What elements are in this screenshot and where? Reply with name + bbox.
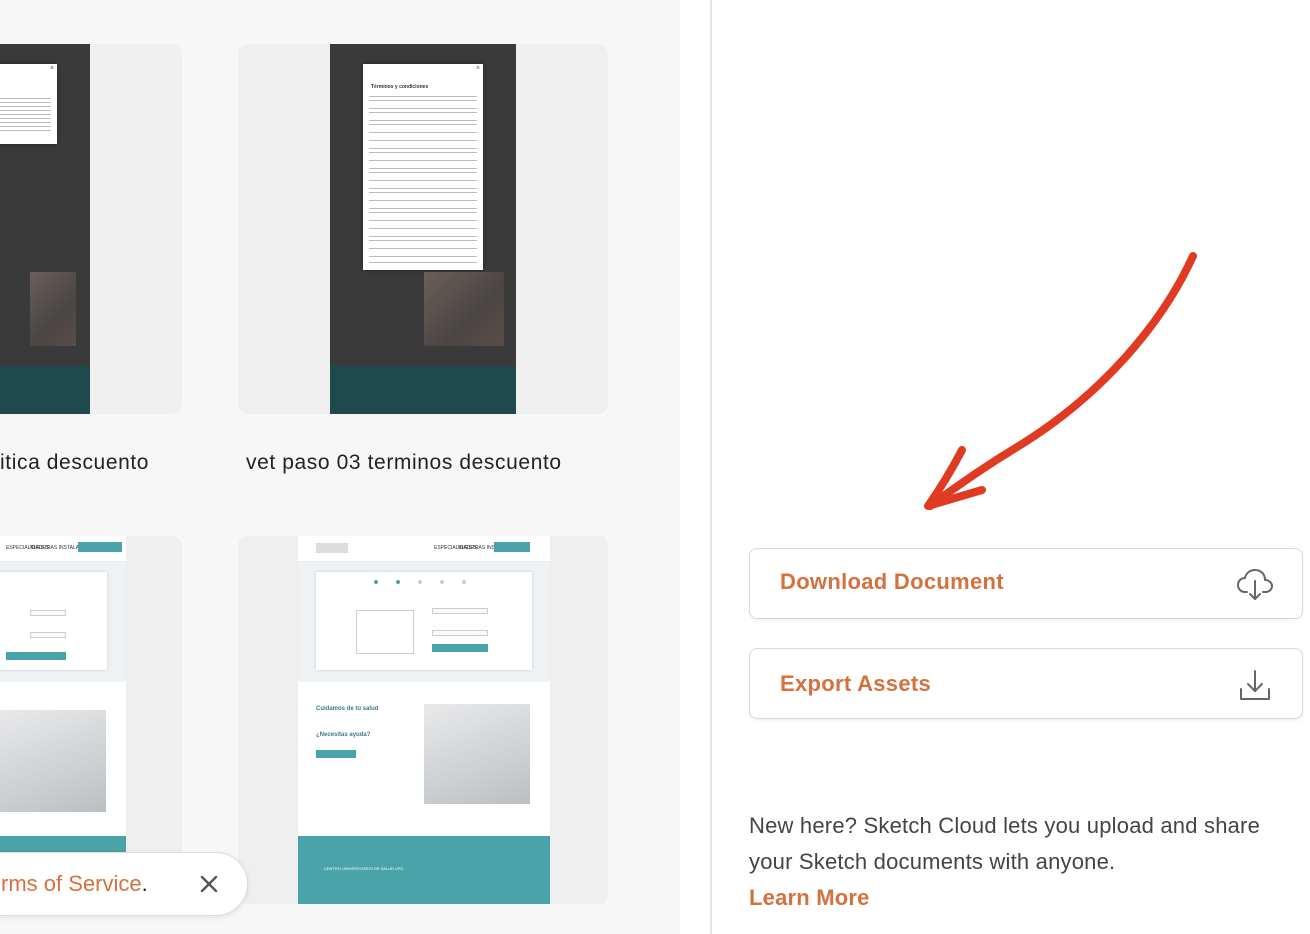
cloud-download-icon	[1236, 565, 1274, 603]
artboard-thumbnail: ESPECIALIDADES NUESTRAS INSTALACIONES	[0, 536, 126, 904]
artboard-gallery: × itica descuento × Términos y condicion…	[0, 0, 680, 934]
artboard-title[interactable]: itica descuento	[0, 451, 149, 475]
export-assets-button[interactable]: Export Assets	[749, 648, 1303, 719]
artboard-card[interactable]: × Términos y condiciones	[238, 44, 608, 414]
promo-text: New here? Sketch Cloud lets you upload a…	[749, 808, 1289, 916]
download-document-button[interactable]: Download Document	[749, 548, 1303, 619]
artboard-thumbnail: ESPECIALIDADES NUESTRAS INSTALACIONES Cu…	[298, 536, 550, 904]
close-icon: ×	[49, 65, 54, 72]
artboard-card[interactable]: ESPECIALIDADES NUESTRAS INSTALACIONES	[0, 536, 182, 904]
close-icon[interactable]	[195, 870, 223, 898]
terms-toast: rms of Service.	[0, 852, 248, 916]
arrow-annotation	[924, 252, 1197, 510]
terms-of-service-link[interactable]: rms of Service	[1, 871, 142, 896]
artboard-thumbnail: × Términos y condiciones	[330, 44, 516, 414]
close-icon: ×	[475, 65, 480, 72]
tray-download-icon	[1236, 667, 1274, 705]
artboard-card[interactable]: ×	[0, 44, 182, 414]
artboard-card[interactable]: ESPECIALIDADES NUESTRAS INSTALACIONES Cu…	[238, 536, 608, 904]
artboard-title[interactable]: vet paso 03 terminos descuento	[246, 451, 562, 475]
learn-more-link[interactable]: Learn More	[749, 880, 1289, 916]
artboard-thumbnail: ×	[0, 44, 90, 414]
